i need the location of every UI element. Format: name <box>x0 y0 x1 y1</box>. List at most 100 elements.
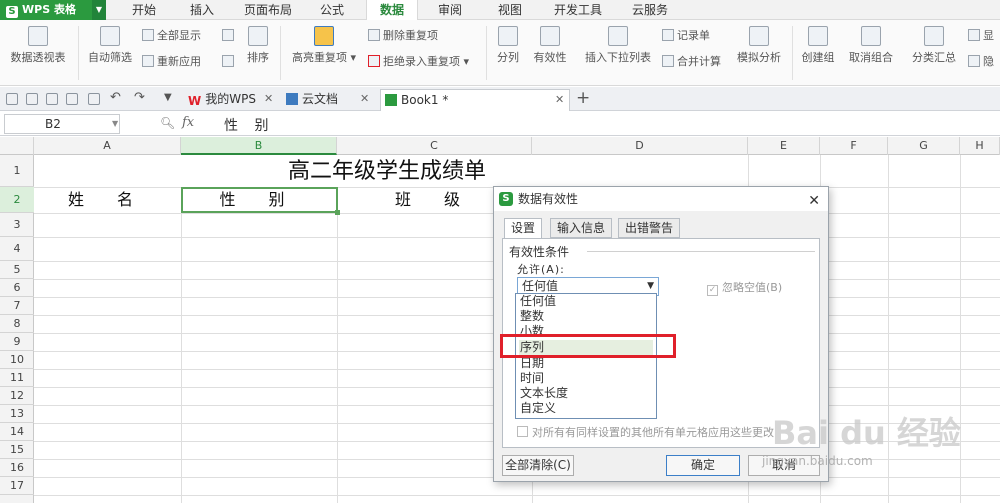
column-header-a[interactable]: A <box>34 137 181 155</box>
tab-cloud-docs[interactable]: 云文档 ✕ <box>282 89 374 111</box>
column-header-b[interactable]: B <box>181 137 337 155</box>
close-icon[interactable]: ✕ <box>360 89 369 109</box>
column-header-h[interactable]: H <box>960 137 1000 155</box>
cell-a2[interactable]: 姓 名 <box>34 188 181 212</box>
tab-developer[interactable]: 开发工具 <box>546 0 610 20</box>
tab-settings[interactable]: 设置 <box>504 218 543 239</box>
row-header-9[interactable]: 9 <box>0 333 34 351</box>
row-header-3[interactable]: 3 <box>0 213 34 237</box>
option-text-length[interactable]: 文本长度 <box>519 386 653 401</box>
sort-descending-button[interactable] <box>222 54 237 70</box>
export-icon[interactable] <box>66 93 78 105</box>
open-folder-icon[interactable] <box>6 93 18 105</box>
option-integer[interactable]: 整数 <box>519 309 653 324</box>
consolidate-button[interactable]: 合并计算 <box>662 54 721 70</box>
new-tab-icon[interactable]: + <box>576 88 590 108</box>
customize-dropdown-icon[interactable]: ▼ <box>164 92 172 103</box>
row-header-1[interactable]: 1 <box>0 155 34 187</box>
row-header-4[interactable]: 4 <box>0 237 34 261</box>
highlight-duplicates-button[interactable]: 高亮重复项 ▾ <box>288 26 360 65</box>
tab-error-alert[interactable]: 出错警告 <box>618 218 681 238</box>
active-cell-selection[interactable] <box>181 187 340 215</box>
close-icon[interactable]: ✕ <box>808 189 820 213</box>
tab-data[interactable]: 数据 <box>366 0 418 20</box>
pivot-table-button[interactable]: 数据透视表 <box>6 26 70 65</box>
undo-icon[interactable]: ↶ <box>110 90 121 105</box>
dialog-title-bar[interactable]: S 数据有效性 ✕ <box>494 187 828 211</box>
create-group-button[interactable]: 创建组 <box>798 26 838 65</box>
option-any-value[interactable]: 任何值 <box>519 294 653 309</box>
save-icon[interactable] <box>26 93 38 105</box>
autofilter-button[interactable]: 自动筛选 <box>86 26 134 65</box>
tab-review[interactable]: 审阅 <box>426 0 474 20</box>
function-icon[interactable]: fx <box>182 115 194 130</box>
column-header-g[interactable]: G <box>888 137 960 155</box>
hide-detail-button[interactable]: 隐 <box>968 54 994 70</box>
row-header-2[interactable]: 2 <box>0 187 34 213</box>
redo-icon[interactable]: ↷ <box>134 90 145 105</box>
tab-page-layout[interactable]: 页面布局 <box>236 0 300 20</box>
ignore-blank-checkbox[interactable]: ✓ 忽略空值(B) <box>707 279 782 296</box>
insert-dropdown-button[interactable]: 插入下拉列表 <box>582 26 654 65</box>
row-header-14[interactable]: 14 <box>0 423 34 441</box>
tab-my-wps[interactable]: W 我的WPS ✕ <box>184 89 278 111</box>
subtotal-button[interactable]: 分类汇总 <box>908 26 960 65</box>
fill-handle[interactable] <box>335 210 340 215</box>
close-icon[interactable]: ✕ <box>264 89 273 109</box>
row-header-11[interactable]: 11 <box>0 369 34 387</box>
print-icon[interactable] <box>46 93 58 105</box>
option-date[interactable]: 日期 <box>519 356 653 371</box>
menu-bar: S WPS 表格 ▼ 开始 插入 页面布局 公式 数据 审阅 视图 开发工具 云服… <box>0 0 1000 20</box>
simulate-analysis-button[interactable]: 模拟分析 <box>734 26 784 65</box>
tab-view[interactable]: 视图 <box>486 0 534 20</box>
tab-book1[interactable]: Book1 * ✕ <box>380 89 570 111</box>
formula-input[interactable]: 性 别 <box>224 115 274 135</box>
sort-ascending-button[interactable] <box>222 28 237 44</box>
reject-duplicates-button[interactable]: 拒绝录入重复项 ▾ <box>368 54 469 70</box>
records-button[interactable]: 记录单 <box>662 28 710 44</box>
show-detail-button[interactable]: 显 <box>968 28 994 44</box>
show-all-button[interactable]: 全部显示 <box>142 28 201 44</box>
ok-button[interactable]: 确定 <box>666 455 740 476</box>
tab-input-message[interactable]: 输入信息 <box>550 218 613 238</box>
row-header-13[interactable]: 13 <box>0 405 34 423</box>
column-header-d[interactable]: D <box>532 137 748 155</box>
app-menu-button[interactable]: S WPS 表格 <box>0 0 92 20</box>
tab-home[interactable]: 开始 <box>120 0 168 20</box>
search-icon[interactable]: 🔍︎ <box>160 116 175 130</box>
row-header-15[interactable]: 15 <box>0 441 34 459</box>
row-header-8[interactable]: 8 <box>0 315 34 333</box>
tab-formulas[interactable]: 公式 <box>308 0 356 20</box>
option-custom[interactable]: 自定义 <box>519 401 653 416</box>
sort-button[interactable]: 排序 <box>244 26 272 65</box>
row-header-10[interactable]: 10 <box>0 351 34 369</box>
name-box-dropdown-icon[interactable]: ▼ <box>112 119 118 128</box>
clear-all-button[interactable]: 全部清除(C) <box>502 455 574 476</box>
select-all-corner[interactable] <box>0 137 34 155</box>
option-time[interactable]: 时间 <box>519 371 653 386</box>
row-header-17[interactable]: 17 <box>0 477 34 495</box>
row-header-5[interactable]: 5 <box>0 261 34 279</box>
row-header-7[interactable]: 7 <box>0 297 34 315</box>
column-header-f[interactable]: F <box>820 137 888 155</box>
column-header-e[interactable]: E <box>748 137 820 155</box>
validity-button[interactable]: 有效性 <box>528 26 572 65</box>
row-header-6[interactable]: 6 <box>0 279 34 297</box>
close-icon[interactable]: ✕ <box>555 90 564 110</box>
app-dropdown-icon[interactable]: ▼ <box>92 0 106 20</box>
name-box[interactable]: B2 <box>4 114 120 134</box>
row-header-12[interactable]: 12 <box>0 387 34 405</box>
refresh-filter-icon <box>142 55 154 67</box>
app-name: WPS 表格 <box>22 3 76 16</box>
column-header-c[interactable]: C <box>337 137 532 155</box>
tab-insert[interactable]: 插入 <box>178 0 226 20</box>
ungroup-button[interactable]: 取消组合 <box>846 26 896 65</box>
remove-duplicates-button[interactable]: 删除重复项 <box>368 28 438 44</box>
row-header-16[interactable]: 16 <box>0 459 34 477</box>
reapply-button[interactable]: 重新应用 <box>142 54 201 70</box>
sheet-title-cell[interactable]: 高二年级学生成绩单 <box>34 155 740 187</box>
apply-all-checkbox[interactable]: 对所有有同样设置的其他所有单元格应用这些更改 <box>517 424 774 440</box>
split-column-button[interactable]: 分列 <box>494 26 522 65</box>
tab-cloud[interactable]: 云服务 <box>618 0 682 20</box>
preview-icon[interactable] <box>88 93 100 105</box>
